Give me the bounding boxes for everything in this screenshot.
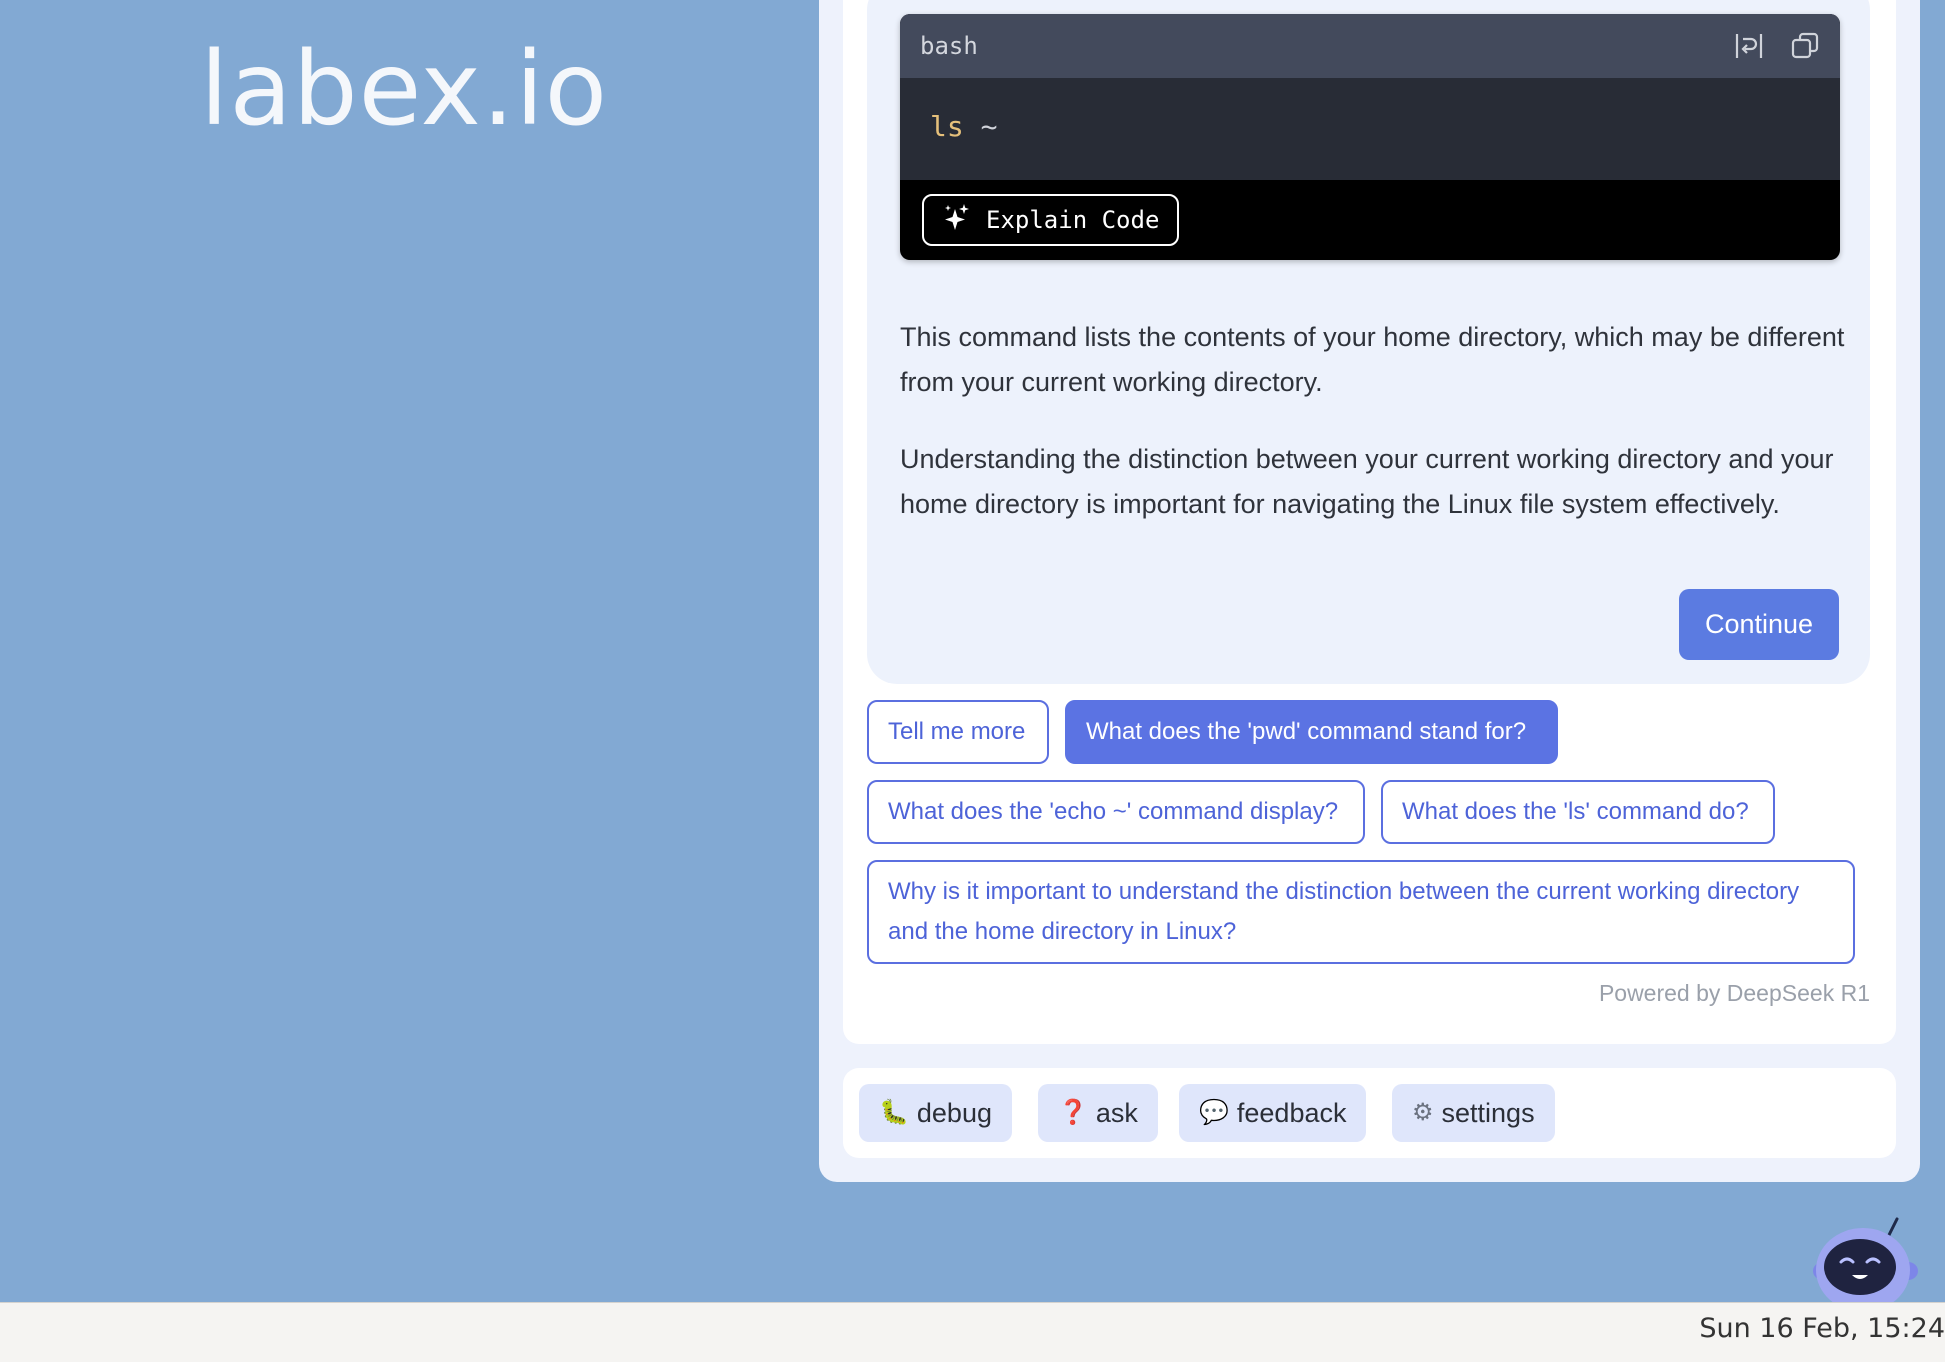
question-icon: ❓: [1058, 1099, 1088, 1126]
copy-icon[interactable]: [1790, 31, 1820, 61]
explain-code-label: Explain Code: [986, 206, 1160, 234]
debug-label: debug: [916, 1097, 992, 1128]
speech-bubble-icon: 💬: [1199, 1099, 1229, 1126]
continue-button[interactable]: Continue: [1679, 589, 1839, 660]
feedback-label: feedback: [1236, 1097, 1347, 1128]
feedback-button[interactable]: 💬 feedback: [1179, 1084, 1367, 1142]
suggestion-ls[interactable]: What does the 'ls' command do?: [1381, 780, 1775, 844]
settings-label: settings: [1441, 1097, 1535, 1128]
code-language: bash: [920, 32, 978, 60]
explain-code-button[interactable]: Explain Code: [922, 194, 1180, 246]
robot-avatar-icon[interactable]: [1805, 1215, 1920, 1315]
suggestion-tell-me-more[interactable]: Tell me more: [867, 700, 1049, 764]
code-footer: Explain Code: [900, 180, 1840, 260]
bug-icon: 🐛: [879, 1099, 909, 1126]
ask-button[interactable]: ❓ ask: [1038, 1084, 1158, 1142]
wrap-lines-icon[interactable]: [1734, 31, 1764, 61]
code-command: ls: [930, 110, 964, 143]
suggestion-distinction[interactable]: Why is it important to understand the di…: [867, 860, 1855, 964]
code-header: bash: [900, 14, 1840, 78]
code-block: bash ls ~ Explain Code: [900, 14, 1840, 260]
gear-icon: ⚙: [1412, 1099, 1434, 1126]
suggestion-pwd[interactable]: What does the 'pwd' command stand for?: [1065, 700, 1558, 764]
sparkles-icon: [942, 202, 972, 238]
message-paragraph-2: Understanding the distinction between yo…: [900, 444, 1834, 519]
settings-button[interactable]: ⚙ settings: [1392, 1084, 1555, 1142]
suggestion-echo[interactable]: What does the 'echo ~' command display?: [867, 780, 1365, 844]
code-tools: [1734, 31, 1820, 61]
code-argument: ~: [963, 110, 998, 143]
code-body[interactable]: ls ~: [900, 78, 1840, 180]
debug-button[interactable]: 🐛 debug: [859, 1084, 1012, 1142]
taskbar-clock[interactable]: Sun 16 Feb, 15:24: [1699, 1313, 1945, 1344]
message-paragraph-1: This command lists the contents of your …: [900, 322, 1845, 397]
ask-label: ask: [1095, 1097, 1138, 1128]
powered-by-label: Powered by DeepSeek R1: [1598, 980, 1870, 1006]
system-taskbar: Sun 16 Feb, 15:24: [0, 1302, 1945, 1362]
bottom-toolbar: 🐛 debug ❓ ask 💬 feedback ⚙ settings: [843, 1068, 1896, 1158]
labex-logo: labex.io: [200, 30, 609, 149]
